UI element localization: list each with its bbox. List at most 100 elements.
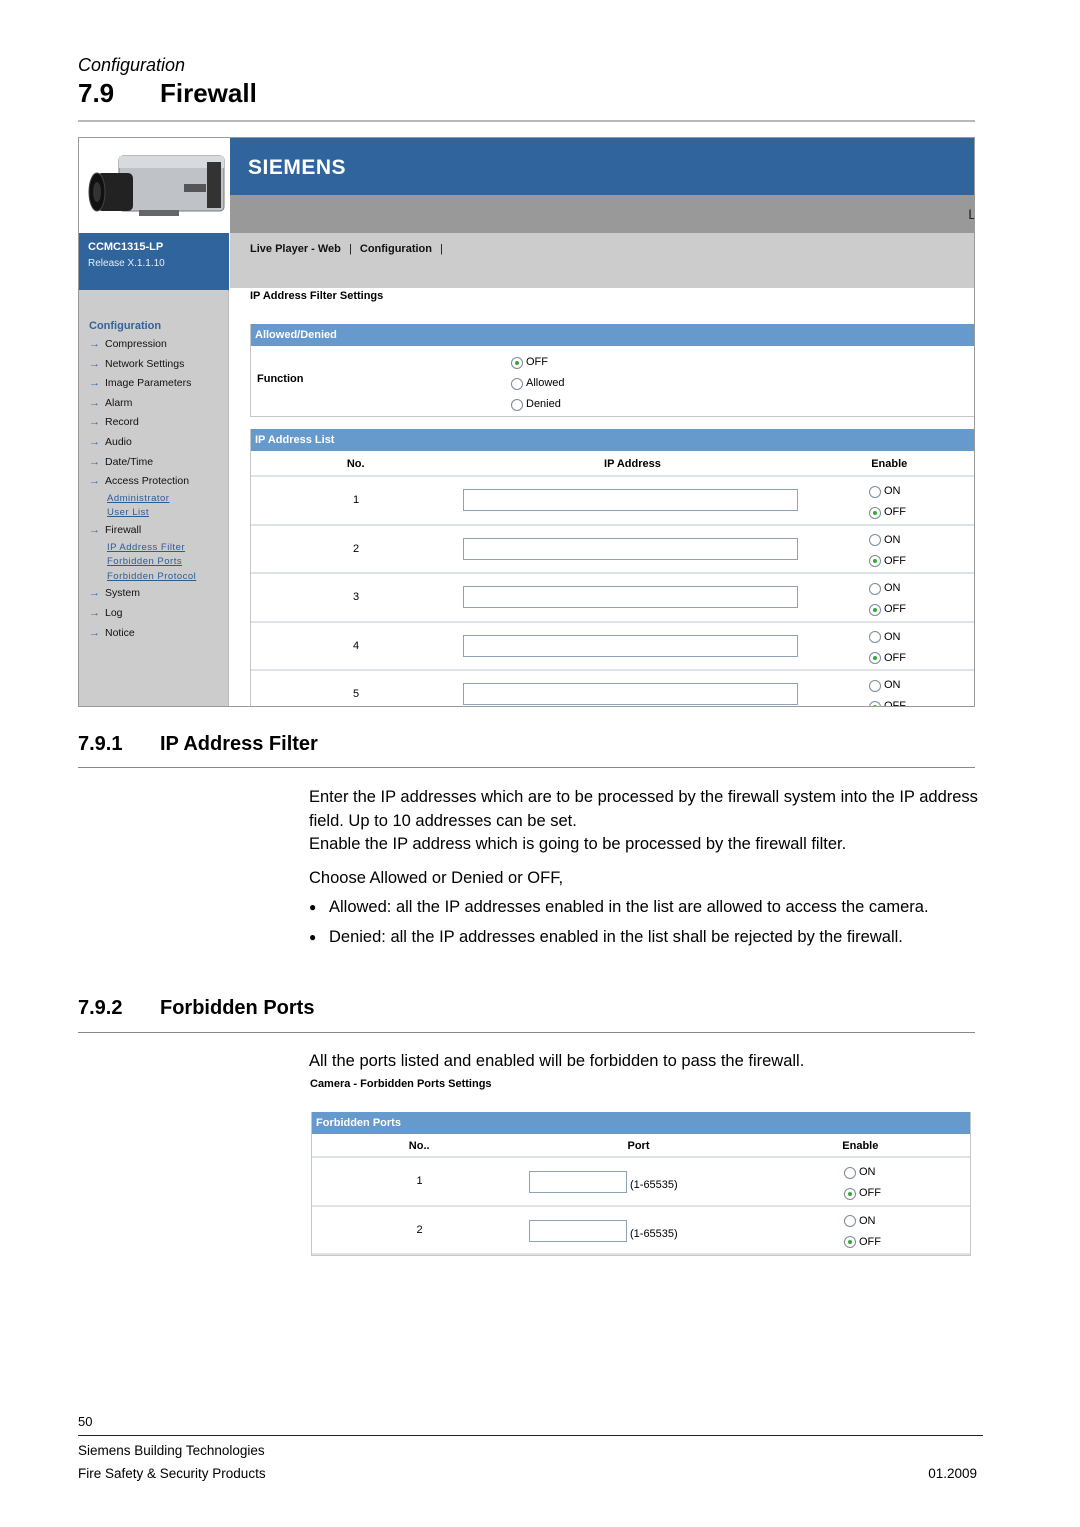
radio-label: ON [884,582,901,595]
ip-address-input[interactable] [463,537,798,560]
nav-title[interactable]: Configuration [89,320,196,332]
radio-button[interactable] [869,582,881,595]
port-input[interactable] [529,1219,627,1242]
arrow-right-icon: → [89,377,100,390]
nav-item-image-parameters[interactable]: → Image Parameters [89,374,196,394]
radio-label: Allowed [526,377,565,389]
divider [78,120,975,122]
radio-button[interactable] [844,1166,856,1179]
enable-radio-group: ON OFF [844,1162,881,1204]
nav-item-label: Notice [105,626,135,639]
nav-item-alarm[interactable]: → Alarm [89,394,196,414]
radio-option-on[interactable]: ON [869,530,906,551]
radio-option-off[interactable]: OFF [869,551,906,572]
radio-button[interactable] [869,652,881,665]
model-name: CCMC1315-LP [88,241,164,253]
panel-header: Allowed/Denied [251,324,974,346]
ip-address-input[interactable] [463,586,798,609]
siemens-logo: SIEMENS [248,156,347,179]
nav-item-record[interactable]: → Record [89,413,196,433]
truncated-text: L [968,206,974,222]
ip-address-input[interactable] [463,489,798,511]
radio-option-denied[interactable]: Denied [511,394,565,415]
nav-item-compression[interactable]: → Compression [89,335,196,355]
nav-item-label: System [105,587,141,600]
footer-division: Fire Safety & Security Products [78,1466,266,1481]
enable-radio-group: ON OFF [869,675,906,706]
menu-configuration[interactable]: Configuration [360,243,432,255]
enable-radio-group: ON OFF [869,578,906,620]
arrow-right-icon: → [89,606,100,619]
radio-button[interactable] [511,377,523,390]
radio-button[interactable] [869,631,881,644]
function-radio-group: OFF Allowed Denied [511,352,565,415]
nav-item-label: Audio [105,435,132,448]
radio-option-allowed[interactable]: Allowed [511,373,565,394]
radio-option-on[interactable]: ON [869,675,906,696]
radio-button[interactable] [869,679,881,692]
nav-item-network-settings[interactable]: → Network Settings [89,355,196,375]
nav-item-access-protection[interactable]: → Access Protection [89,472,196,492]
radio-option-off[interactable]: OFF [869,502,906,523]
nav-item-system[interactable]: → System [89,584,196,604]
subsection-heading-ip-filter: 7.9.1 IP Address Filter [78,733,318,756]
nav-item-log[interactable]: → Log [89,604,196,624]
radio-option-off[interactable]: OFF [844,1183,881,1204]
radio-option-off[interactable]: OFF [844,1232,881,1253]
nav-item-audio[interactable]: → Audio [89,433,196,453]
arrow-right-icon: → [89,587,100,600]
row-number: 1 [416,1175,423,1187]
radio-option-on[interactable]: ON [844,1162,881,1183]
menu-separator: | [348,243,352,255]
radio-label: ON [884,679,901,692]
nav-item-notice[interactable]: → Notice [89,624,196,644]
radio-label: OFF [884,603,906,616]
radio-option-on[interactable]: ON [844,1211,881,1232]
paragraph: Choose Allowed or Denied or OFF, [309,868,564,887]
nav-item-label: Log [105,606,123,619]
model-info: CCMC1315-LP Release X.1.1.10 [79,233,229,290]
nav-link-forbidden-protocol[interactable]: Forbidden Protocol [89,570,196,585]
radio-option-on[interactable]: ON [869,627,906,648]
subsection-title: IP Address Filter [160,733,318,755]
radio-button[interactable] [869,603,881,616]
arrow-right-icon: → [89,357,100,370]
radio-option-off[interactable]: OFF [869,599,906,620]
radio-option-on[interactable]: ON [869,481,906,502]
radio-button[interactable] [844,1236,856,1248]
radio-label: ON [859,1166,876,1178]
radio-button[interactable] [844,1215,856,1227]
row-number: 4 [352,639,360,652]
nav-link-forbidden-ports[interactable]: Forbidden Ports [89,555,196,570]
arrow-right-icon: → [89,416,100,429]
ip-address-input[interactable] [463,634,798,657]
radio-option-on[interactable]: ON [869,578,906,599]
radio-label: OFF [884,651,906,664]
radio-option-off[interactable]: OFF [869,696,906,706]
nav-link-user-list[interactable]: User List [89,506,196,521]
radio-button[interactable] [511,398,523,411]
radio-button[interactable] [869,506,881,519]
radio-button[interactable] [869,534,881,547]
radio-option-off[interactable]: OFF [511,352,565,373]
radio-option-off[interactable]: OFF [869,648,906,669]
nav-item-date-time[interactable]: → Date/Time [89,453,196,473]
radio-button[interactable] [844,1187,856,1200]
port-range-hint: (1-65535) [630,1227,678,1240]
paragraph: Enable the IP address which is going to … [309,835,847,853]
column-header-no: No.. [408,1140,430,1152]
chapter-label: Configuration [78,55,186,75]
port-input[interactable] [529,1171,627,1193]
nav-link-ip-address-filter[interactable]: IP Address Filter [89,541,196,556]
radio-button[interactable] [869,485,881,498]
radio-label: OFF [859,1235,881,1248]
nav-item-firewall[interactable]: → Firewall [89,521,196,541]
table-row: 1 ON OFF [251,477,974,526]
menu-live-player[interactable]: Live Player - Web [250,243,341,255]
nav-link-administrator[interactable]: Administrator [89,492,196,507]
enable-radio-group: ON OFF [869,530,906,572]
ip-address-input[interactable] [463,683,798,706]
radio-button[interactable] [511,356,523,369]
radio-button[interactable] [869,555,881,568]
radio-button[interactable] [869,700,881,706]
